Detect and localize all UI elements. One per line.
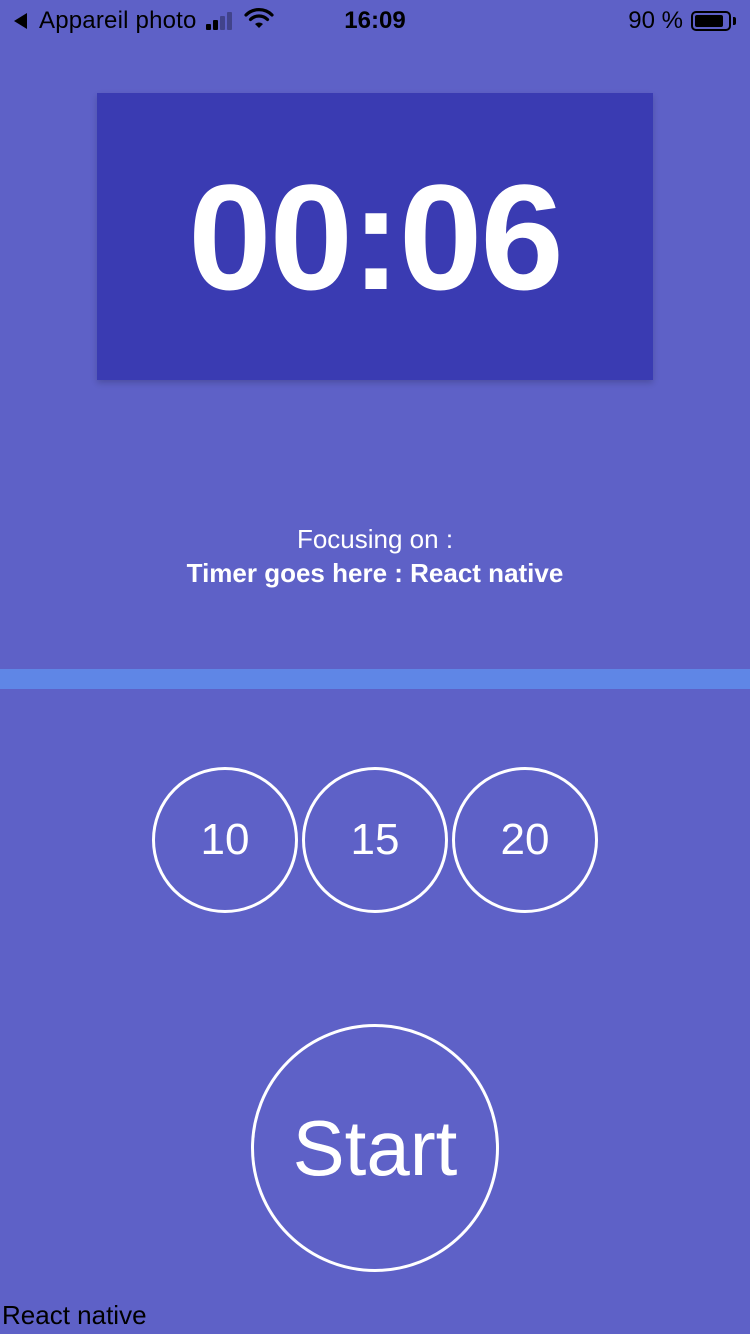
focus-title: Focusing on :	[296, 524, 454, 554]
duration-button-10[interactable]: 10	[152, 767, 298, 913]
battery-icon	[691, 11, 731, 31]
progress-bar	[0, 669, 750, 689]
duration-button-15[interactable]: 15	[302, 767, 448, 913]
battery-percentage: 90 %	[628, 7, 683, 34]
focus-subject: Timer goes here : React native	[186, 558, 564, 588]
status-bar: Appareil photo 16:09 90 %	[0, 0, 750, 40]
countdown-display: 00:06	[188, 152, 564, 321]
footer-label: React native	[2, 1300, 147, 1330]
progress-bar-fill	[0, 669, 750, 689]
countdown-card: 00:06	[97, 93, 653, 380]
duration-options: 10 15 20	[0, 767, 750, 913]
duration-button-20[interactable]: 20	[452, 767, 598, 913]
focus-info: Focusing on : Timer goes here : React na…	[0, 522, 750, 590]
battery-fill	[695, 15, 724, 27]
start-button[interactable]: Start	[251, 1024, 499, 1272]
status-bar-right: 90 %	[628, 7, 736, 35]
battery-tip	[733, 17, 736, 25]
